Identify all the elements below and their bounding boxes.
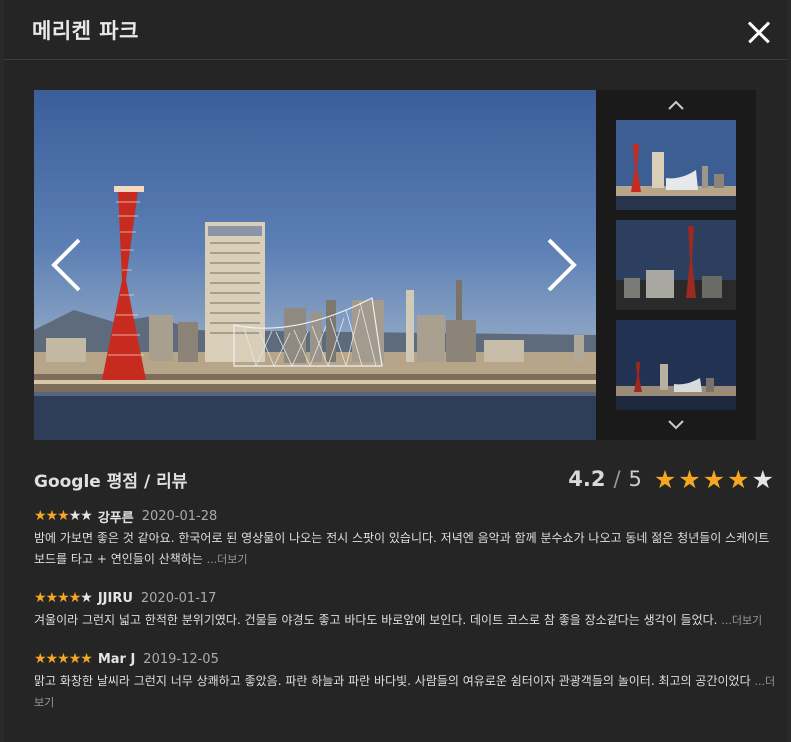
star-icon: ★: [34, 508, 47, 524]
thumbnail-3[interactable]: [616, 320, 736, 410]
next-photo-arrow[interactable]: [539, 235, 579, 295]
review-date: 2020-01-17: [140, 590, 217, 606]
close-button[interactable]: [727, 0, 787, 60]
star-icon: ★: [57, 508, 70, 524]
main-photo: [34, 90, 596, 440]
photo-gallery: [34, 90, 756, 440]
review-author: Mar J: [97, 651, 136, 667]
star-icon: ★: [80, 590, 93, 606]
modal-title: 메리켄 파크: [32, 18, 139, 43]
thumbnail-strip: [596, 90, 756, 440]
star-icon: ★: [653, 464, 677, 494]
star-icon: ★: [702, 464, 726, 494]
star-icon: ★: [678, 464, 701, 494]
review-header: ★★★★★ Mar J 2019-12-05: [34, 649, 779, 669]
rating-max: 5: [628, 467, 642, 491]
star-icon: ★: [68, 651, 82, 667]
star-icon: ★: [751, 464, 774, 494]
rating-summary: Google 평점 / 리뷰 4.2 / 5 ★ ★ ★ ★ ★: [34, 462, 774, 496]
review-body: 겨울이라 그런지 넓고 한적한 분위기였다. 건물들 야경도 좋고 바다도 바로…: [34, 610, 779, 631]
review-header: ★★★★★ 강푸른 2020-01-28: [34, 506, 779, 526]
review-text: 겨울이라 그런지 넓고 한적한 분위기였다. 건물들 야경도 좋고 바다도 바로…: [34, 613, 718, 627]
star-icon: ★: [45, 590, 59, 606]
thumbnail-image: [616, 220, 736, 310]
chevron-down-icon[interactable]: [666, 418, 686, 432]
rating-separator: /: [613, 467, 621, 491]
review-date: 2019-12-05: [143, 651, 219, 667]
thumbnail-image: [616, 120, 736, 210]
review-author: 강푸른: [97, 510, 134, 526]
thumbnail-1[interactable]: [616, 120, 736, 210]
star-icon: ★: [34, 651, 47, 667]
review-header: ★★★★★ JJIRU 2020-01-17: [34, 588, 779, 608]
star-icon: ★: [80, 508, 93, 524]
rating-stars: ★ ★ ★ ★ ★: [654, 467, 774, 492]
review-text: 밤에 가보면 좋은 것 같아요. 한국어로 된 영상물이 나오는 전시 스팟이 …: [34, 531, 770, 566]
star-icon: ★: [57, 590, 70, 606]
review-item: ★★★★★ Mar J 2019-12-05 맑고 화창한 날씨라 그런지 너무 상쾌…: [34, 649, 779, 713]
chevron-up-icon[interactable]: [666, 98, 686, 112]
star-icon: ★: [68, 508, 82, 524]
place-detail-modal: 메리켄 파크 Google 평점 / 리뷰 4.2 / 5 ★ ★ ★ ★ ★ …: [4, 0, 787, 742]
star-icon: ★: [80, 651, 93, 667]
review-date: 2020-01-28: [141, 508, 218, 524]
read-more-link[interactable]: ...더보기: [207, 553, 248, 566]
review-stars: ★★★★★: [34, 590, 93, 606]
thumbnail-image: [616, 320, 736, 410]
star-icon: ★: [727, 464, 750, 494]
port-tower-scene: [34, 186, 596, 440]
review-stars: ★★★★★: [34, 508, 93, 524]
review-item: ★★★★★ JJIRU 2020-01-17 겨울이라 그런지 넓고 한적한 분위기였…: [34, 588, 779, 631]
star-icon: ★: [34, 590, 47, 606]
review-body: 맑고 화창한 날씨라 그런지 너무 상쾌하고 좋았음. 파란 하늘과 파란 바다…: [34, 671, 779, 713]
rating-value: 4.2: [568, 467, 606, 491]
star-icon: ★: [45, 508, 59, 524]
review-item: ★★★★★ 강푸른 2020-01-28 밤에 가보면 좋은 것 같아요. 한국어로 …: [34, 506, 779, 570]
previous-photo-arrow[interactable]: [49, 235, 89, 295]
star-icon: ★: [68, 590, 82, 606]
thumbnail-2[interactable]: [616, 220, 736, 310]
review-author: JJIRU: [97, 590, 133, 606]
review-text: 맑고 화창한 날씨라 그런지 너무 상쾌하고 좋았음. 파란 하늘과 파란 바다…: [34, 674, 751, 688]
star-icon: ★: [45, 651, 59, 667]
review-stars: ★★★★★: [34, 651, 93, 667]
modal-header: 메리켄 파크: [4, 0, 787, 60]
star-icon: ★: [57, 651, 70, 667]
review-list: ★★★★★ 강푸른 2020-01-28 밤에 가보면 좋은 것 같아요. 한국어로 …: [34, 506, 779, 731]
read-more-link[interactable]: ...더보기: [721, 614, 762, 627]
rating-score: 4.2 / 5 ★ ★ ★ ★ ★: [568, 467, 774, 492]
review-body: 밤에 가보면 좋은 것 같아요. 한국어로 된 영상물이 나오는 전시 스팟이 …: [34, 528, 779, 570]
rating-title: Google 평점 / 리뷰: [34, 471, 188, 492]
